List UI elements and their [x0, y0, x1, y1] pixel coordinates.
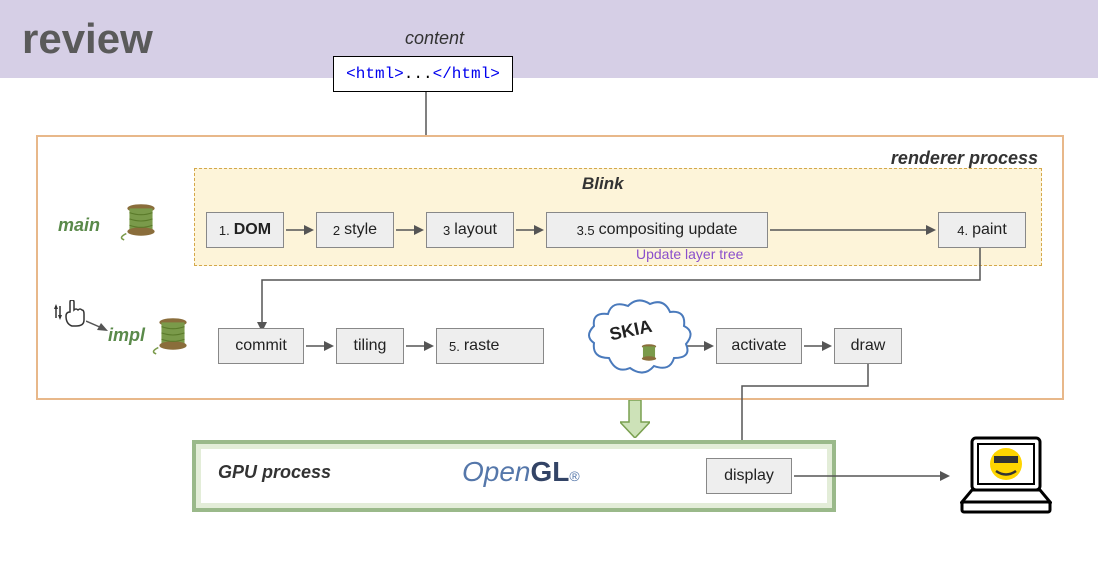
- page-title: review: [22, 15, 153, 63]
- stage-style: 2style: [316, 212, 394, 248]
- main-thread-label: main: [58, 215, 100, 236]
- opengl-logo: OpenGL®: [462, 456, 580, 488]
- impl-thread-label: impl: [108, 325, 145, 346]
- stage-layout: 3layout: [426, 212, 514, 248]
- html-close-tag: </html>: [433, 65, 500, 83]
- renderer-process-label: renderer process: [891, 148, 1038, 169]
- stage-draw: draw: [834, 328, 902, 364]
- big-arrow-to-gpu-icon: [620, 400, 650, 438]
- html-open-tag: <html>: [346, 65, 404, 83]
- thread-spool-icon: [152, 314, 194, 356]
- html-dots: ...: [404, 65, 433, 83]
- stage-raster: 5.raste: [436, 328, 544, 364]
- stage-compositing-update: 3.5compositing update: [546, 212, 768, 248]
- html-content-box: <html> ... </html>: [333, 56, 513, 92]
- stage-display: display: [706, 458, 792, 494]
- stage-activate: activate: [716, 328, 802, 364]
- blink-label: Blink: [582, 174, 624, 194]
- stage-paint: 4.paint: [938, 212, 1026, 248]
- touch-gesture-icon: [52, 300, 92, 330]
- skia-cloud-icon: SKIA: [584, 298, 694, 388]
- gpu-process-label: GPU process: [218, 462, 331, 483]
- laptop-icon: [960, 436, 1052, 518]
- stage-dom: 1.DOM: [206, 212, 284, 248]
- update-layer-tree-note: Update layer tree: [636, 246, 743, 262]
- header-band: review: [0, 0, 1098, 78]
- stage-commit: commit: [218, 328, 304, 364]
- content-label: content: [405, 28, 464, 49]
- stage-tiling: tiling: [336, 328, 404, 364]
- thread-spool-icon: [120, 200, 162, 242]
